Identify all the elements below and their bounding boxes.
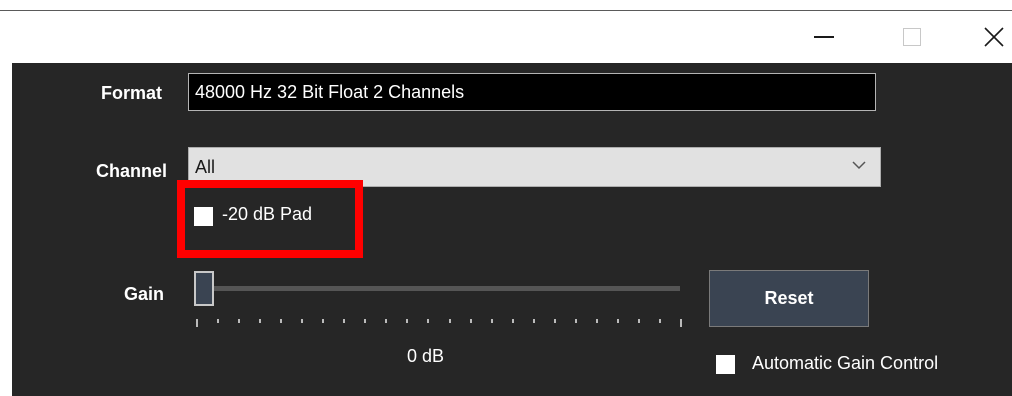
- slider-ticks: [194, 319, 684, 327]
- pad-checkbox[interactable]: [194, 207, 213, 226]
- slider-thumb[interactable]: [194, 271, 214, 306]
- slider-tick: [511, 319, 514, 323]
- slider-tick: [259, 319, 262, 323]
- agc-checkbox[interactable]: [716, 355, 735, 374]
- format-field[interactable]: 48000 Hz 32 Bit Float 2 Channels: [188, 73, 876, 111]
- slider-tick: [680, 319, 682, 327]
- agc-checkbox-label: Automatic Gain Control: [752, 353, 939, 373]
- slider-tick: [322, 319, 325, 323]
- slider-tick: [280, 319, 283, 323]
- slider-tick: [196, 319, 198, 327]
- gain-label: Gain: [123, 284, 164, 304]
- slider-tick: [658, 319, 661, 323]
- slider-tick: [490, 319, 493, 323]
- channel-label: Channel: [95, 161, 167, 181]
- channel-selected-value: All: [195, 157, 216, 177]
- pad-checkbox-label: -20 dB Pad: [222, 204, 313, 224]
- title-bar: [0, 11, 1012, 63]
- slider-tick: [217, 319, 220, 323]
- slider-tick: [448, 319, 451, 323]
- slider-tick: [427, 319, 430, 323]
- slider-tick: [364, 319, 367, 323]
- format-label: Format: [100, 83, 162, 103]
- close-button[interactable]: [975, 11, 1012, 63]
- slider-tick: [532, 319, 535, 323]
- slider-tick: [616, 319, 619, 323]
- close-icon: [983, 27, 1004, 47]
- slider-tick: [595, 319, 598, 323]
- slider-tick: [343, 319, 346, 323]
- settings-panel: Format 48000 Hz 32 Bit Float 2 Channels …: [12, 63, 1012, 396]
- slider-tick: [637, 319, 640, 323]
- maximize-button[interactable]: [888, 11, 936, 63]
- slider-tick: [238, 319, 241, 323]
- slider-track: [194, 286, 680, 291]
- slider-tick: [553, 319, 556, 323]
- gain-value-readout: 0 dB: [407, 346, 445, 366]
- reset-button[interactable]: Reset: [709, 270, 869, 327]
- slider-tick: [574, 319, 577, 323]
- gain-slider[interactable]: [194, 268, 684, 328]
- chevron-down-icon: [852, 161, 866, 170]
- slider-tick: [301, 319, 304, 323]
- slider-tick: [469, 319, 472, 323]
- slider-tick: [385, 319, 388, 323]
- top-border: [0, 0, 1012, 11]
- slider-tick: [406, 319, 409, 323]
- minimize-button[interactable]: [800, 11, 848, 63]
